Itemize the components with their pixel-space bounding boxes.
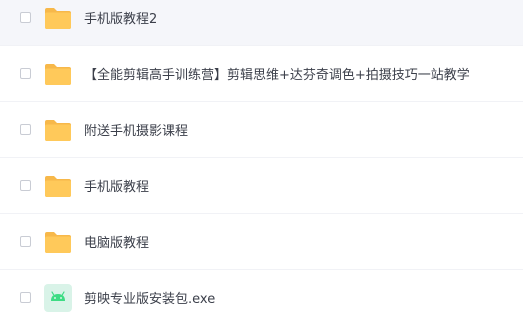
folder-icon <box>45 231 71 253</box>
folder-icon <box>45 7 71 29</box>
row-checkbox[interactable] <box>20 180 31 191</box>
folder-icon <box>45 63 71 85</box>
file-name[interactable]: 电脑版教程 <box>84 232 149 251</box>
file-row[interactable]: 剪映专业版安装包.exe <box>0 270 523 323</box>
android-app-icon <box>44 283 72 312</box>
row-checkbox[interactable] <box>20 124 31 135</box>
file-row[interactable]: 电脑版教程 <box>0 214 523 270</box>
file-row[interactable]: 手机版教程2 <box>0 0 523 46</box>
row-checkbox[interactable] <box>20 292 31 303</box>
file-row[interactable]: 附送手机摄影课程 <box>0 102 523 158</box>
file-list: 手机版教程2 【全能剪辑高手训练营】剪辑思维+达芬奇调色+拍摄技巧一站教学 附送… <box>0 0 523 323</box>
file-row[interactable]: 手机版教程 <box>0 158 523 214</box>
row-checkbox[interactable] <box>20 12 31 23</box>
file-name[interactable]: 剪映专业版安装包.exe <box>84 288 215 307</box>
file-name[interactable]: 手机版教程2 <box>84 8 157 27</box>
row-checkbox[interactable] <box>20 68 31 79</box>
file-name[interactable]: 【全能剪辑高手训练营】剪辑思维+达芬奇调色+拍摄技巧一站教学 <box>84 64 470 83</box>
file-name[interactable]: 附送手机摄影课程 <box>84 120 188 139</box>
file-row[interactable]: 【全能剪辑高手训练营】剪辑思维+达芬奇调色+拍摄技巧一站教学 <box>0 46 523 102</box>
folder-icon <box>45 175 71 197</box>
row-checkbox[interactable] <box>20 236 31 247</box>
folder-icon <box>45 119 71 141</box>
file-name[interactable]: 手机版教程 <box>84 176 149 195</box>
